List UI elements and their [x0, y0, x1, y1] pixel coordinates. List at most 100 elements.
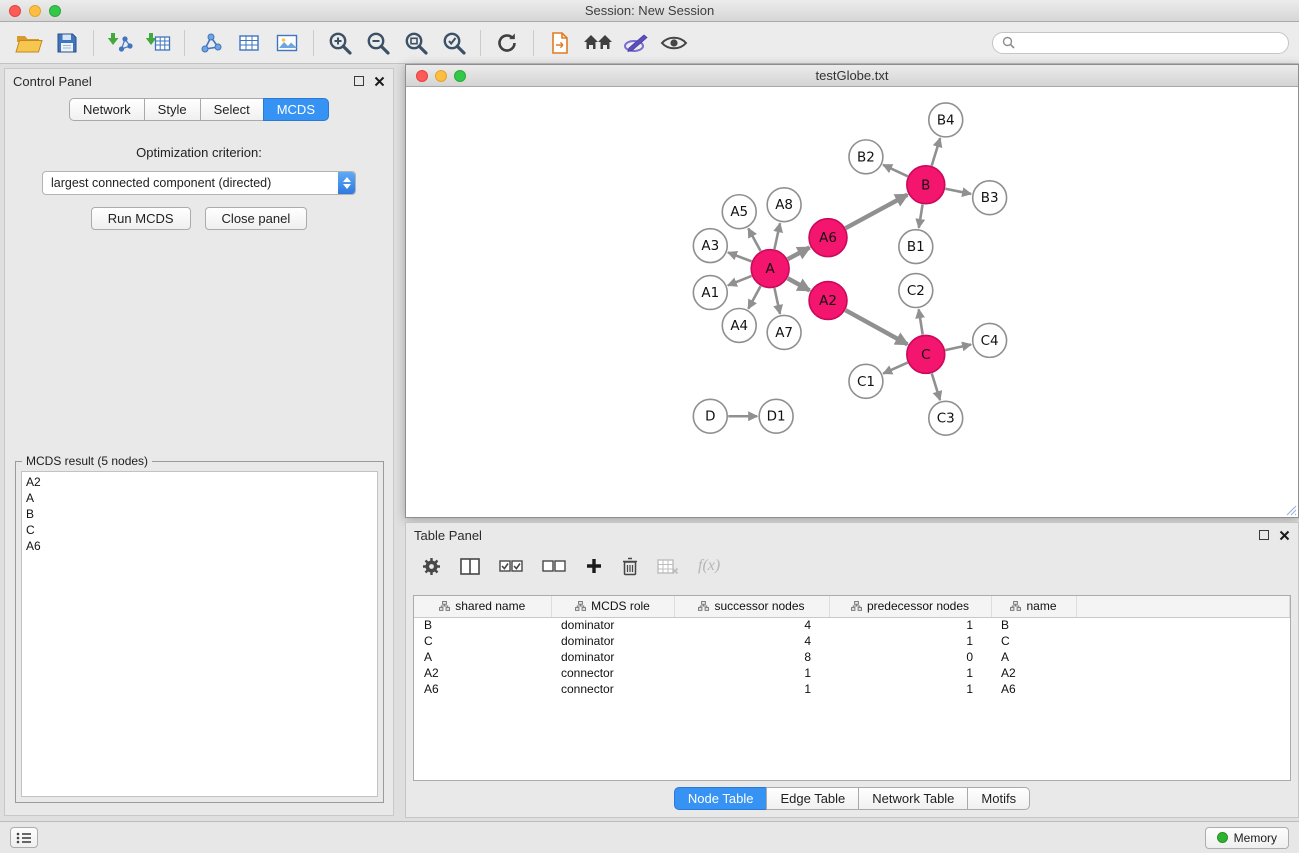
table-row[interactable]: Adominator80A — [414, 649, 1290, 665]
table-cell[interactable]: 4 — [674, 633, 829, 649]
network-edge-C-C3[interactable] — [932, 373, 940, 400]
network-canvas[interactable]: B4B2BB3A5A8A6A3AB1A1A2C2A4A7C4C1CC3DD1 — [406, 88, 1298, 517]
resize-grip-icon[interactable] — [1285, 504, 1297, 516]
network-edge-A-A2[interactable] — [788, 278, 810, 290]
delete-row-button[interactable] — [622, 557, 638, 576]
network-node-A[interactable]: A — [751, 250, 789, 288]
annotation-button[interactable] — [617, 26, 655, 60]
close-panel-button[interactable]: Close panel — [205, 207, 308, 230]
table-row[interactable]: Bdominator41B — [414, 617, 1290, 633]
network-node-C4[interactable]: C4 — [973, 323, 1007, 357]
network-node-C3[interactable]: C3 — [929, 401, 963, 435]
mcds-result-item[interactable]: A6 — [26, 538, 373, 554]
network-node-B4[interactable]: B4 — [929, 103, 963, 137]
table-cell[interactable]: C — [991, 633, 1076, 649]
table-cell[interactable]: A — [414, 649, 551, 665]
network-edge-A6-B[interactable] — [846, 195, 908, 228]
tab-motifs[interactable]: Motifs — [967, 787, 1030, 810]
table-cell[interactable]: 1 — [674, 665, 829, 681]
network-canvas-area[interactable]: B4B2BB3A5A8A6A3AB1A1A2C2A4A7C4C1CC3DD1 — [406, 88, 1298, 517]
zoom-in-button[interactable] — [321, 26, 359, 60]
mcds-result-item[interactable]: C — [26, 522, 373, 538]
tab-node-table[interactable]: Node Table — [674, 787, 768, 810]
tab-mcds[interactable]: MCDS — [263, 98, 329, 121]
network-edge-B-B4[interactable] — [932, 138, 940, 166]
table-row[interactable]: A2connector11A2 — [414, 665, 1290, 681]
minimize-view-icon[interactable] — [435, 70, 447, 82]
network-node-A3[interactable]: A3 — [693, 229, 727, 263]
copy-document-button[interactable] — [541, 26, 579, 60]
network-edge-C-C2[interactable] — [919, 309, 923, 334]
unselect-all-columns-button[interactable] — [542, 559, 566, 573]
table-cell[interactable]: dominator — [551, 633, 674, 649]
network-node-A7[interactable]: A7 — [767, 315, 801, 349]
table-cell[interactable]: 0 — [829, 649, 991, 665]
add-row-button[interactable] — [585, 557, 603, 575]
home-button[interactable] — [579, 26, 617, 60]
table-cell[interactable]: dominator — [551, 617, 674, 633]
column-header-MCDS-role[interactable]: MCDS role — [551, 596, 674, 617]
network-edge-B-B1[interactable] — [919, 204, 923, 227]
function-builder-button[interactable]: f(x) — [698, 557, 720, 575]
network-window-titlebar[interactable]: testGlobe.txt — [406, 65, 1298, 87]
network-node-A4[interactable]: A4 — [722, 308, 756, 342]
close-window-icon[interactable] — [9, 5, 21, 17]
refresh-button[interactable] — [488, 26, 526, 60]
network-node-D[interactable]: D — [693, 399, 727, 433]
table-cell[interactable]: 4 — [674, 617, 829, 633]
table-cell[interactable]: 1 — [829, 633, 991, 649]
import-network-button[interactable] — [101, 26, 139, 60]
column-layout-button[interactable] — [460, 558, 480, 575]
delete-table-button[interactable] — [657, 558, 679, 575]
tab-network[interactable]: Network — [69, 98, 145, 121]
float-table-panel-icon[interactable] — [1259, 530, 1269, 540]
network-node-A8[interactable]: A8 — [767, 188, 801, 222]
network-edge-A-A6[interactable] — [788, 248, 810, 260]
network-node-A2[interactable]: A2 — [809, 282, 847, 320]
select-all-columns-button[interactable] — [499, 559, 523, 573]
tab-network-table[interactable]: Network Table — [858, 787, 968, 810]
network-edge-A-A4[interactable] — [748, 286, 760, 309]
zoom-fit-button[interactable] — [397, 26, 435, 60]
network-node-B3[interactable]: B3 — [973, 181, 1007, 215]
close-panel-icon[interactable] — [374, 76, 385, 87]
memory-button[interactable]: Memory — [1205, 827, 1289, 849]
table-cell[interactable]: connector — [551, 665, 674, 681]
network-edge-C-C4[interactable] — [945, 345, 971, 351]
save-session-button[interactable] — [48, 26, 86, 60]
column-header-shared-name[interactable]: shared name — [414, 596, 551, 617]
network-edge-A-A5[interactable] — [748, 228, 760, 251]
search-field[interactable] — [992, 32, 1289, 54]
network-edge-A2-C[interactable] — [845, 310, 907, 344]
zoom-window-icon[interactable] — [49, 5, 61, 17]
network-node-C2[interactable]: C2 — [899, 274, 933, 308]
network-node-C1[interactable]: C1 — [849, 364, 883, 398]
network-edge-A-A7[interactable] — [774, 288, 780, 314]
zoom-view-icon[interactable] — [454, 70, 466, 82]
table-cell[interactable]: 1 — [829, 665, 991, 681]
close-view-icon[interactable] — [416, 70, 428, 82]
table-settings-button[interactable] — [422, 557, 441, 576]
table-row[interactable]: Cdominator41C — [414, 633, 1290, 649]
search-input[interactable] — [1020, 36, 1279, 50]
tab-style[interactable]: Style — [144, 98, 201, 121]
show-details-button[interactable] — [655, 26, 693, 60]
network-edge-A-A8[interactable] — [774, 223, 780, 249]
network-node-C[interactable]: C — [907, 335, 945, 373]
table-cell[interactable]: 8 — [674, 649, 829, 665]
network-node-B1[interactable]: B1 — [899, 230, 933, 264]
table-cell[interactable]: B — [414, 617, 551, 633]
table-cell[interactable]: 1 — [829, 681, 991, 697]
zoom-out-button[interactable] — [359, 26, 397, 60]
network-from-selection-button[interactable] — [192, 26, 230, 60]
network-edge-A-A3[interactable] — [728, 252, 752, 261]
tab-edge-table[interactable]: Edge Table — [766, 787, 859, 810]
network-node-B2[interactable]: B2 — [849, 140, 883, 174]
network-node-A1[interactable]: A1 — [693, 276, 727, 310]
node-table-container[interactable]: shared nameMCDS rolesuccessor nodesprede… — [413, 595, 1291, 781]
table-cell[interactable]: B — [991, 617, 1076, 633]
network-edge-B-B2[interactable] — [883, 165, 908, 176]
mcds-result-item[interactable]: B — [26, 506, 373, 522]
close-table-panel-icon[interactable] — [1279, 530, 1290, 541]
table-cell[interactable]: connector — [551, 681, 674, 697]
